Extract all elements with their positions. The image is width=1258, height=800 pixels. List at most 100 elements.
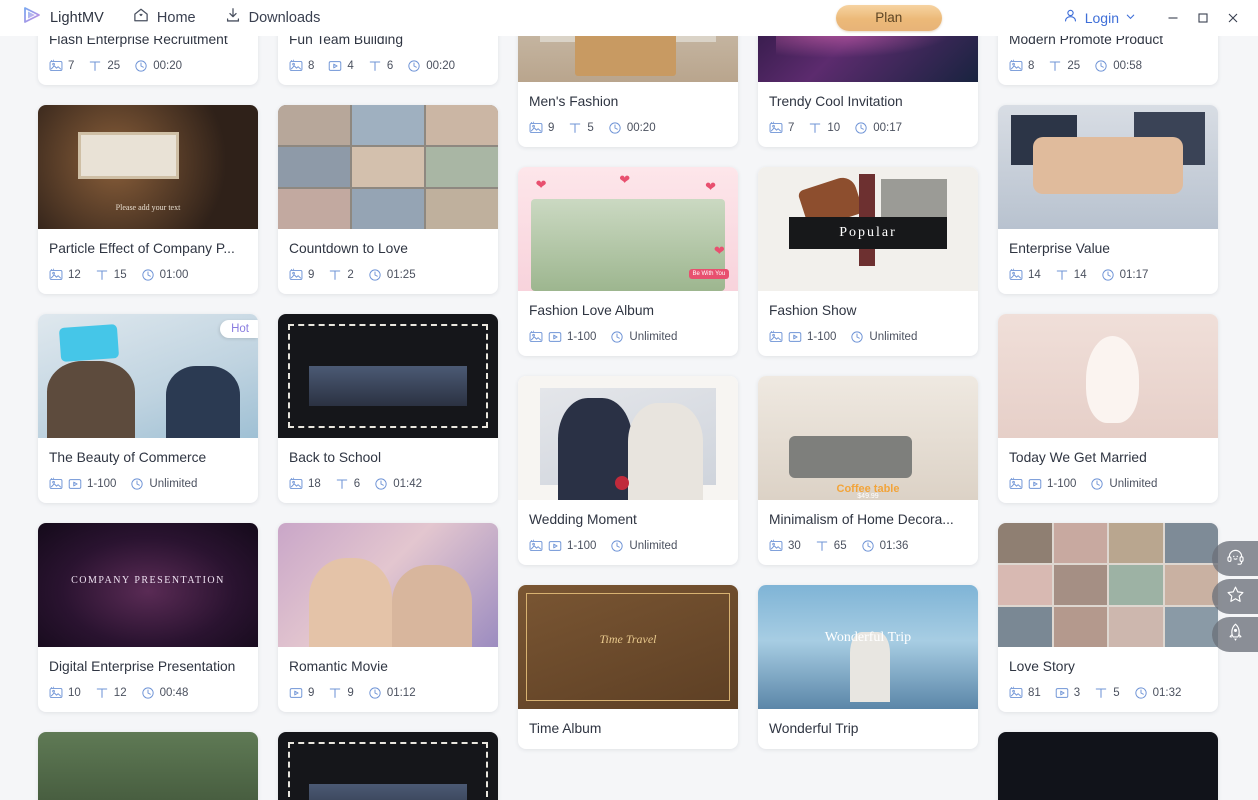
card-title: Particle Effect of Company P... xyxy=(49,241,235,256)
card-thumbnail[interactable]: Wonderful Trip xyxy=(758,585,978,709)
card-thumbnail[interactable] xyxy=(998,105,1218,229)
card-title: Time Album xyxy=(529,721,602,736)
meta-value: 12 xyxy=(68,269,81,281)
template-card[interactable]: Coffee table $49.99 Minimalism of Home Dec… xyxy=(758,376,978,565)
meta-icons xyxy=(49,268,63,282)
template-card[interactable]: Time Travel Time Album xyxy=(518,585,738,749)
image-icon xyxy=(1009,686,1023,699)
template-card[interactable]: Flash Enterprise Recruitment 7 25 00:20 xyxy=(38,36,258,85)
card-thumbnail[interactable] xyxy=(998,314,1218,438)
nav-downloads[interactable]: Downloads xyxy=(224,6,320,29)
card-thumbnail[interactable] xyxy=(278,314,498,438)
card-thumbnail[interactable] xyxy=(278,732,498,800)
clock-icon xyxy=(1095,60,1107,72)
card-body: Countdown to Love 9 2 01:25 xyxy=(278,229,498,294)
card-meta-item: 81 xyxy=(1009,686,1041,700)
card-thumbnail[interactable]: SUB BRAN xyxy=(758,36,978,82)
image-icon xyxy=(49,268,63,281)
template-card[interactable]: Tik Tok Style xyxy=(998,732,1218,800)
meta-icons xyxy=(610,330,624,344)
chevron-down-icon xyxy=(1125,9,1136,27)
meta-icons xyxy=(95,686,109,700)
boost-button[interactable] xyxy=(1212,617,1258,652)
thumb-art: Wonderful Trip xyxy=(758,585,978,709)
template-card[interactable]: Popular Fashion Show 1-100 Unlimited xyxy=(758,167,978,356)
template-card[interactable]: ❤ ❤ ❤ ❤ Be With You Fashion Love Album 1-… xyxy=(518,167,738,356)
template-card[interactable]: Countdown to Love 9 2 01:25 xyxy=(278,105,498,294)
template-card[interactable]: PRODUCTMen's Fashion 9 5 00:20 xyxy=(518,36,738,147)
thumb-art xyxy=(998,105,1218,229)
card-thumbnail[interactable]: PRODUCT xyxy=(518,36,738,82)
clock-icon xyxy=(369,687,381,699)
template-card[interactable]: Wedding Moment 1-100 Unlimited xyxy=(518,376,738,565)
thumb-art xyxy=(38,732,258,800)
card-meta-item: 1-100 xyxy=(49,477,116,491)
favorite-button[interactable] xyxy=(1212,579,1258,614)
video-icon xyxy=(1028,479,1042,489)
card-thumbnail[interactable] xyxy=(998,732,1218,800)
meta-value: 9 xyxy=(308,687,315,699)
meta-value: 1-100 xyxy=(1047,478,1077,490)
login-menu[interactable]: Login xyxy=(1062,7,1136,29)
support-button[interactable] xyxy=(1212,541,1258,576)
meta-value: 1-100 xyxy=(567,540,597,552)
template-card[interactable] xyxy=(38,732,258,800)
card-meta-item: 00:48 xyxy=(141,686,188,700)
template-card[interactable]: COMPANY PRESENTATION Digital Enterprise P… xyxy=(38,523,258,712)
card-meta-item: 1-100 xyxy=(769,330,836,344)
card-title: Countdown to Love xyxy=(289,241,408,256)
template-card[interactable]: SUB BRANTrendy Cool Invitation 7 10 00:1… xyxy=(758,36,978,147)
meta-icons xyxy=(529,121,543,135)
card-title: Digital Enterprise Presentation xyxy=(49,659,236,674)
card-thumbnail[interactable]: Hot xyxy=(38,314,258,438)
card-meta: 12 15 01:00 xyxy=(49,268,247,282)
nav-home[interactable]: Home xyxy=(132,6,196,29)
clock-icon xyxy=(851,331,864,343)
card-thumbnail[interactable] xyxy=(278,523,498,647)
meta-value: Unlimited xyxy=(629,540,678,552)
template-card[interactable]: Wonderful Trip Wonderful Trip xyxy=(758,585,978,749)
image-icon xyxy=(49,477,63,490)
card-thumbnail[interactable] xyxy=(518,376,738,500)
thumb-art: Coffee table $49.99 xyxy=(758,376,978,500)
meta-value: 10 xyxy=(827,122,841,134)
card-thumbnail[interactable]: Please add your text xyxy=(38,105,258,229)
close-button[interactable] xyxy=(1218,3,1248,33)
meta-value: 14 xyxy=(1028,269,1041,281)
card-body: Wonderful Trip xyxy=(758,709,978,749)
template-card[interactable]: Love Story 81 3 5 01:32 xyxy=(998,523,1218,712)
template-card[interactable]: Today We Get Married 1-100 Unlimited xyxy=(998,314,1218,503)
template-card[interactable]: Please add your text Particle Effect of C… xyxy=(38,105,258,294)
card-thumbnail[interactable]: Coffee table $49.99 xyxy=(758,376,978,500)
thumb-art xyxy=(518,376,738,500)
thumb-art xyxy=(998,523,1218,647)
template-gallery[interactable]: Flash Enterprise Recruitment 7 25 00:20 … xyxy=(0,36,1258,800)
card-thumbnail[interactable]: ❤ ❤ ❤ ❤ Be With You xyxy=(518,167,738,291)
meta-value: 00:20 xyxy=(626,122,656,134)
template-card[interactable]: Enterprise Value 14 14 01:17 xyxy=(998,105,1218,294)
window-titlebar: LightMV Home Downloads Plan Login xyxy=(0,0,1258,36)
card-thumbnail[interactable]: Time Travel xyxy=(518,585,738,709)
meta-icons xyxy=(1055,686,1069,700)
image-icon xyxy=(49,686,63,699)
template-card[interactable]: Romantic Movie 9 9 01:12 xyxy=(278,523,498,712)
template-card[interactable]: Back to School 18 6 01:42 xyxy=(278,314,498,503)
card-body: Enterprise Value 14 14 01:17 xyxy=(998,229,1218,294)
card-thumbnail[interactable] xyxy=(998,523,1218,647)
template-card[interactable]: Hot The Beauty of Commerce 1-100 Unlimite… xyxy=(38,314,258,503)
plan-button[interactable]: Plan xyxy=(835,4,942,31)
card-thumbnail[interactable]: COMPANY PRESENTATION xyxy=(38,523,258,647)
minimize-button[interactable] xyxy=(1158,3,1188,33)
template-card[interactable] xyxy=(278,732,498,800)
maximize-button[interactable] xyxy=(1188,3,1218,33)
template-card[interactable]: Modern Promote Product 8 25 00:58 xyxy=(998,36,1218,85)
card-thumbnail[interactable] xyxy=(278,105,498,229)
card-title: Fashion Love Album xyxy=(529,303,655,318)
template-card[interactable]: Fun Team Building 8 4 6 00:20 xyxy=(278,36,498,85)
card-thumbnail[interactable] xyxy=(38,732,258,800)
meta-icons xyxy=(1048,59,1062,73)
home-icon xyxy=(132,6,150,29)
clock-icon xyxy=(1091,478,1104,490)
meta-icons xyxy=(335,477,349,491)
card-thumbnail[interactable]: Popular xyxy=(758,167,978,291)
